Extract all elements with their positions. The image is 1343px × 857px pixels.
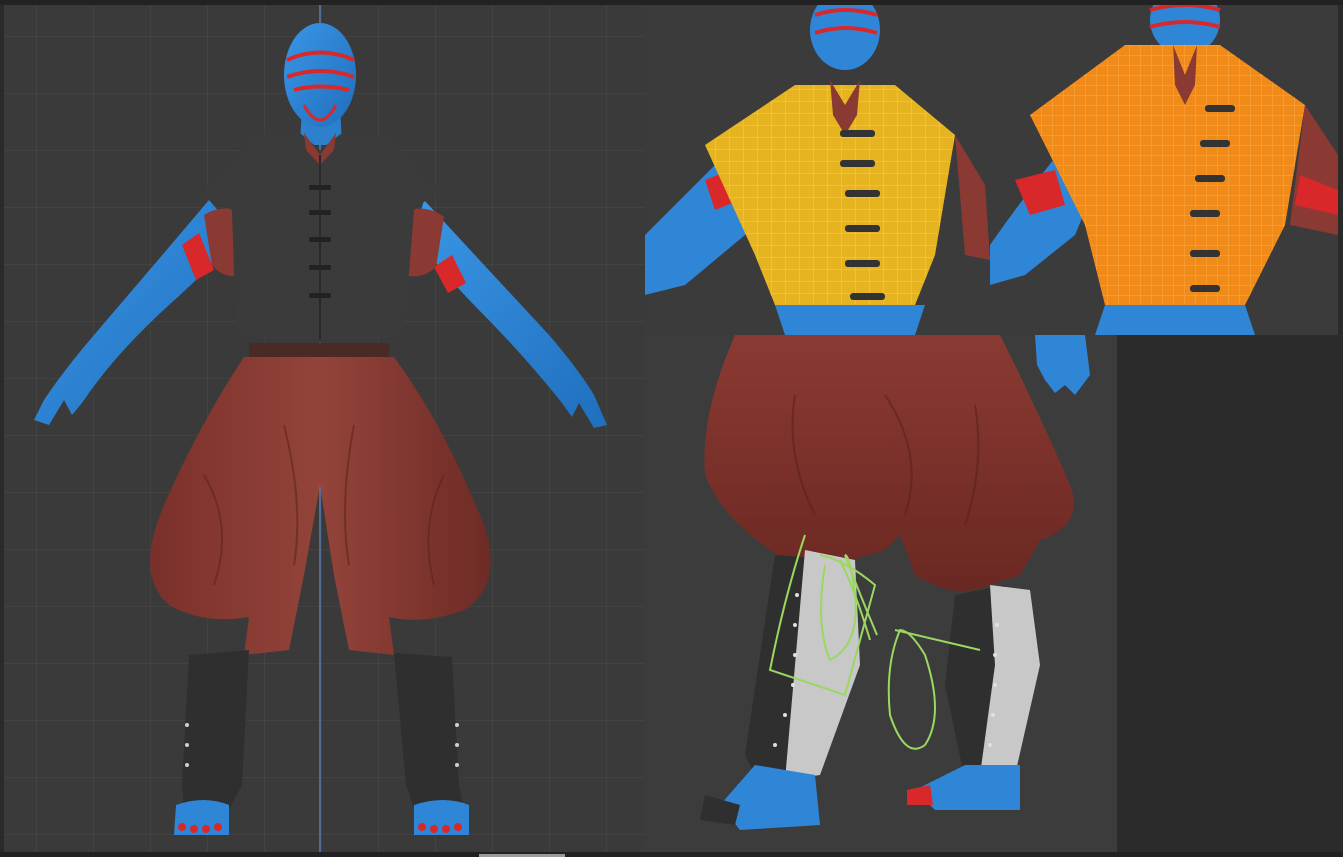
main-viewport-canvas [4, 5, 645, 852]
main-viewport[interactable] [4, 5, 645, 852]
vest-wireframe-canvas [645, 5, 1338, 335]
window-frame-bottom [0, 852, 1343, 857]
vest-wireframe-viewport[interactable] [645, 5, 1338, 335]
legs-detail-canvas [645, 335, 1117, 852]
legs-detail-viewport[interactable] [645, 335, 1117, 852]
empty-panel [1117, 335, 1343, 852]
